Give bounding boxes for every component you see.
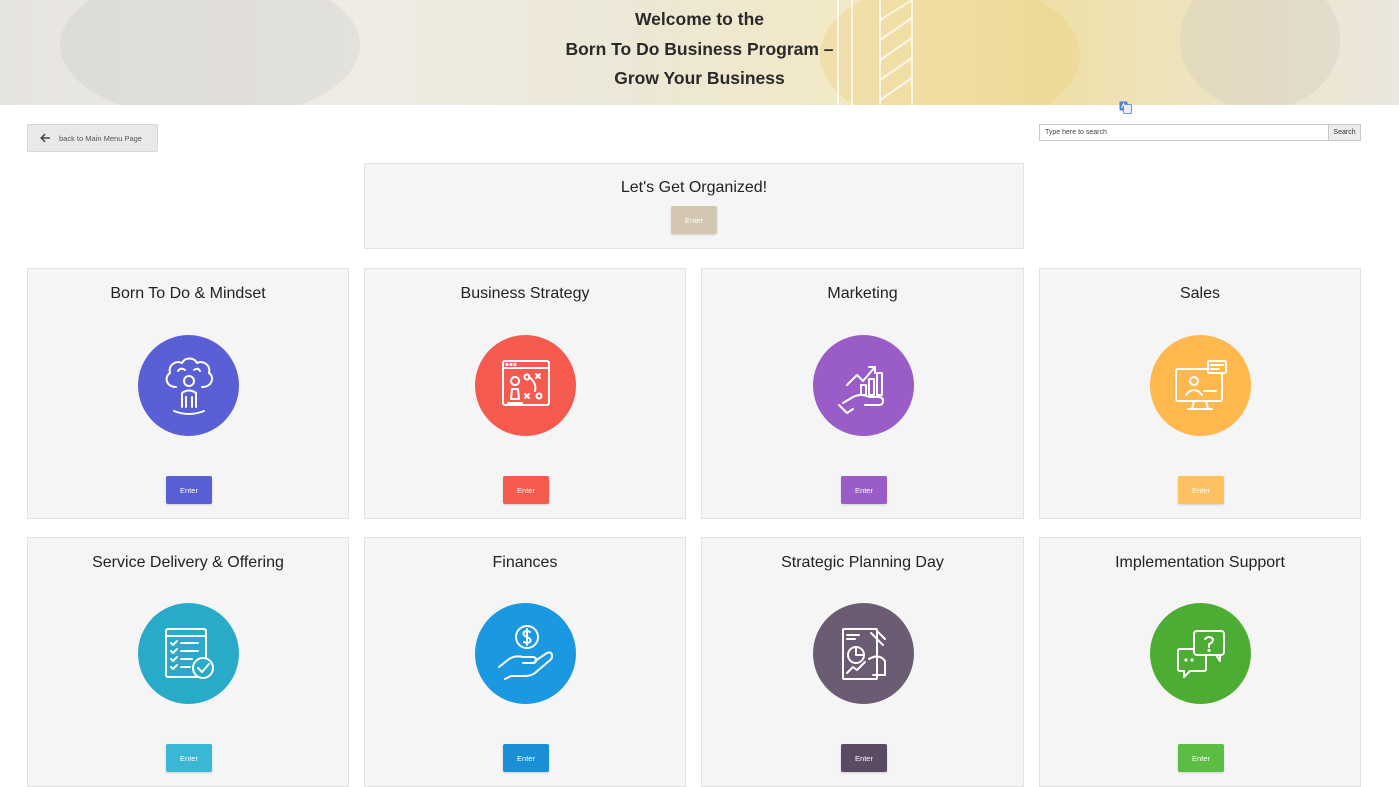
hand-coin-icon [475, 603, 576, 704]
search-button[interactable]: Search [1328, 124, 1361, 141]
marketing-enter-button[interactable]: Enter [841, 476, 887, 504]
planning-report-icon [813, 603, 914, 704]
brain-person-icon [138, 335, 239, 436]
service-delivery-enter-button[interactable]: Enter [166, 744, 212, 772]
module-card-finances: Finances Enter [364, 537, 686, 787]
hero-title-line: Born To Do Business Program – [565, 38, 834, 59]
organized-card: Let's Get Organized! Enter [364, 163, 1024, 249]
module-title: Implementation Support [1115, 554, 1285, 571]
module-card-implementation-support: Implementation Support Enter [1039, 537, 1361, 787]
hero-title-line: Grow Your Business [614, 68, 785, 88]
hero-title: Welcome to the Born To Do Business Progr… [0, 5, 1399, 94]
module-card-sales: Sales Enter [1039, 268, 1361, 519]
module-title: Finances [492, 554, 558, 571]
module-title: Strategic Planning Day [781, 554, 944, 571]
module-card-service-delivery: Service Delivery & Offering Enter [27, 537, 349, 787]
arrow-left-icon [40, 133, 50, 143]
module-title: Born To Do & Mindset [110, 285, 266, 302]
module-title: Service Delivery & Offering [92, 554, 284, 571]
finances-enter-button[interactable]: Enter [503, 744, 549, 772]
chat-question-icon [1150, 603, 1251, 704]
monitor-presenter-icon [1150, 335, 1251, 436]
search-bar: Search [1039, 124, 1361, 141]
back-to-main-menu-button[interactable]: back to Main Menu Page [27, 124, 158, 152]
hero-banner: Welcome to the Born To Do Business Progr… [0, 0, 1399, 105]
module-card-business-strategy: Business Strategy Enter [364, 268, 686, 519]
module-title: Marketing [827, 285, 898, 302]
checklist-icon [138, 603, 239, 704]
strategy-chess-icon [475, 335, 576, 436]
organized-title: Let's Get Organized! [620, 179, 768, 196]
module-title: Business Strategy [460, 285, 590, 302]
business-strategy-enter-button[interactable]: Enter [503, 476, 549, 504]
organized-enter-button[interactable]: Enter [671, 206, 717, 234]
module-card-mindset: Born To Do & Mindset Enter [27, 268, 349, 519]
module-card-strategic-planning: Strategic Planning Day Enter [701, 537, 1024, 787]
sales-enter-button[interactable]: Enter [1178, 476, 1224, 504]
growth-chart-hand-icon [813, 335, 914, 436]
mindset-enter-button[interactable]: Enter [166, 476, 212, 504]
hero-title-line: Welcome to the [634, 9, 764, 29]
module-card-marketing: Marketing Enter [701, 268, 1024, 519]
back-button-label: back to Main Menu Page [59, 133, 142, 143]
module-title: Sales [1179, 285, 1221, 302]
search-input[interactable] [1039, 124, 1328, 141]
translate-icon[interactable] [1119, 101, 1132, 114]
strategic-planning-enter-button[interactable]: Enter [841, 744, 887, 772]
implementation-support-enter-button[interactable]: Enter [1178, 744, 1224, 772]
